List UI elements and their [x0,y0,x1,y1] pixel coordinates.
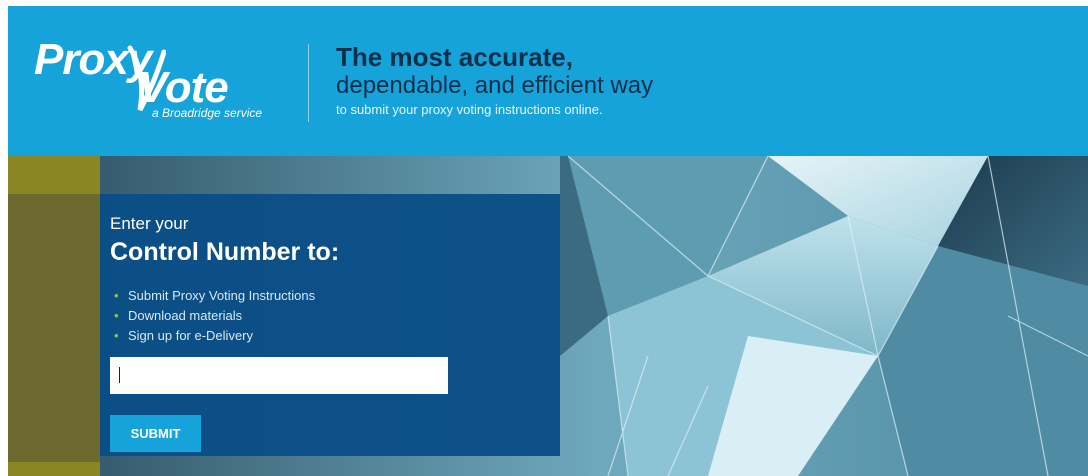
page-frame: Proxy Vote a Broadridge service The most… [8,6,1088,476]
tagline-line-2: dependable, and efficient way [336,72,654,99]
olive-accent-strip [8,156,100,476]
header-tagline: The most accurate, dependable, and effic… [336,42,653,119]
bullet-dot-icon: • [114,328,119,343]
proxyvote-logo[interactable]: Proxy Vote a Broadridge service [30,36,290,126]
tagline-line-3: to submit your proxy voting instructions… [336,102,603,117]
bullet-dot-icon: • [114,308,119,323]
list-item: • Submit Proxy Voting Instructions [114,286,315,306]
text-caret [119,367,120,383]
list-item: • Download materials [114,306,315,326]
list-item: • Sign up for e-Delivery [114,326,315,346]
logo-service-tag: a Broadridge service [152,106,263,120]
tagline-line-1: The most accurate, [336,42,573,72]
olive-accent-top [8,156,100,194]
list-item-label: Submit Proxy Voting Instructions [128,288,316,303]
list-item-label: Download materials [128,308,243,323]
control-number-panel: Enter your Control Number to: • Submit Pr… [100,194,560,456]
feature-list: • Submit Proxy Voting Instructions • Downl… [114,286,315,346]
panel-heading: Control Number to: [110,238,340,266]
olive-accent-bottom [8,462,100,476]
panel-intro: Enter your [110,214,189,233]
submit-button[interactable]: SUBMIT [110,415,201,452]
logo-text-vote: Vote [138,63,229,112]
bullet-dot-icon: • [114,288,119,303]
hero-section: Enter your Control Number to: • Submit Pr… [8,156,1088,476]
control-number-input[interactable] [110,357,448,394]
list-item-label: Sign up for e-Delivery [128,328,253,343]
site-header: Proxy Vote a Broadridge service The most… [8,6,1088,156]
header-divider [308,44,309,122]
